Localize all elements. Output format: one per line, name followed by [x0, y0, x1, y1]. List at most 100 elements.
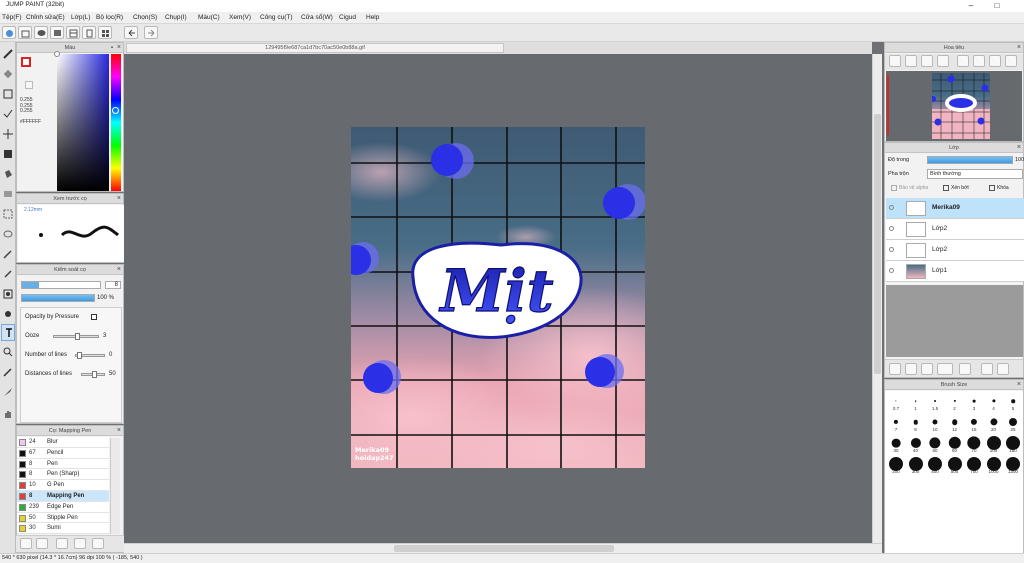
brush-item[interactable]: 50 Stipple Pen [17, 512, 109, 524]
brush-size-option[interactable]: 200 [886, 455, 906, 475]
clip-checkbox[interactable] [943, 185, 949, 191]
close-icon[interactable]: × [117, 194, 121, 204]
brush-menu-icon[interactable] [36, 538, 48, 549]
menu-edit[interactable]: Chỉnh sửa(E) [26, 14, 65, 21]
visibility-eye-icon[interactable] [889, 247, 894, 252]
gradient-tool-icon[interactable] [1, 186, 15, 203]
redo-icon[interactable] [144, 26, 158, 39]
brush-item[interactable]: 10 G Pen [17, 480, 109, 491]
save-brush-icon[interactable] [20, 538, 32, 549]
undo-icon[interactable] [124, 26, 138, 39]
close-icon[interactable]: × [117, 426, 121, 436]
brush-size-option[interactable]: 50 [925, 434, 945, 454]
brush-list-scrollbar[interactable] [110, 438, 120, 534]
eraser-tool-icon[interactable] [1, 66, 15, 83]
vertical-scroll-thumb[interactable] [874, 114, 881, 374]
hand-tool-icon[interactable] [1, 406, 15, 423]
new-icon[interactable] [2, 26, 16, 39]
brush-item[interactable]: 67 Pencil [17, 447, 109, 459]
swap-colors-icon[interactable] [25, 81, 33, 89]
menu-window[interactable]: Cửa sổ(W) [301, 14, 333, 21]
brush-size-option[interactable]: 30 [886, 434, 906, 454]
lasso-tool-icon[interactable] [1, 226, 15, 243]
menu-tools[interactable]: Công cụ(T) [260, 14, 293, 21]
brush-size-option[interactable]: 8 [906, 413, 926, 433]
brush-size-option[interactable]: 60 [945, 434, 965, 454]
check-tool-icon[interactable] [1, 106, 15, 123]
foreground-color-swatch[interactable] [21, 57, 31, 67]
protect-alpha-checkbox[interactable] [891, 185, 897, 191]
menu-file[interactable]: Tệp(F) [2, 14, 22, 21]
brush-item[interactable]: 8 Mapping Pen [17, 491, 109, 502]
brush-item[interactable]: 8 Pen [17, 458, 109, 470]
opacity-by-pressure-checkbox[interactable] [91, 314, 97, 320]
vertical-scrollbar[interactable] [872, 54, 882, 543]
new-layer-icon[interactable] [889, 363, 901, 375]
brush-size-option[interactable]: 4 [984, 392, 1004, 412]
flip-icon[interactable] [1005, 55, 1017, 67]
brush-size-option[interactable]: 7 [886, 413, 906, 433]
merge-layer-icon[interactable] [981, 363, 993, 375]
canvas-workspace[interactable]: Mịt Merika09 hoidap247 [124, 54, 872, 543]
layer-opacity-slider[interactable] [927, 156, 1013, 164]
menu-capture[interactable]: Chụp(I) [165, 14, 187, 21]
picker-tool-icon[interactable] [1, 266, 15, 283]
minimize-button[interactable]: – [962, 0, 980, 12]
visibility-eye-icon[interactable] [889, 226, 894, 231]
close-icon[interactable]: × [117, 265, 121, 275]
close-icon[interactable]: × [1017, 43, 1021, 53]
brush-size-option[interactable]: 15 [964, 413, 984, 433]
distance-slider-knob[interactable] [91, 371, 97, 378]
document-icon[interactable] [82, 26, 96, 39]
rect-select-icon[interactable] [1, 86, 15, 103]
zoom-out-icon[interactable] [905, 55, 917, 67]
knife-tool-icon[interactable] [1, 384, 15, 401]
color-picker-handle[interactable] [54, 51, 60, 57]
artwork-canvas[interactable]: Mịt Merika09 hoidap247 [351, 127, 645, 468]
distances-of-lines-slider[interactable] [81, 371, 105, 378]
eyedropper-icon[interactable] [1, 364, 15, 381]
menu-layer[interactable]: Lớp(L) [71, 14, 90, 21]
brush-size-option[interactable]: 3 [964, 392, 984, 412]
close-icon[interactable]: × [1017, 143, 1021, 153]
brush-size-option[interactable]: 2 [945, 392, 965, 412]
grid-icon[interactable] [98, 26, 112, 39]
blend-mode-select[interactable]: Bình thường [927, 169, 1023, 179]
brush-size-option[interactable]: 12 [945, 413, 965, 433]
layer-row[interactable]: Lớp2 [886, 240, 1024, 261]
number-of-lines-slider[interactable] [75, 352, 105, 359]
brush-size-option[interactable]: 150 [1003, 434, 1023, 454]
message-icon[interactable] [50, 26, 64, 39]
fill-rect-icon[interactable] [1, 146, 15, 163]
brush-size-value[interactable]: 8 [105, 281, 121, 289]
horizontal-scroll-thumb[interactable] [394, 545, 614, 552]
move-tool-icon[interactable] [1, 126, 15, 143]
brush-item[interactable]: 239 Edge Pen [17, 501, 109, 513]
brush-size-option[interactable]: 20 [984, 413, 1004, 433]
brush-size-option[interactable]: 1300 [1003, 455, 1023, 475]
duplicate-layer-icon[interactable] [921, 363, 933, 375]
zoom-tool-icon[interactable] [1, 344, 15, 361]
layer-row[interactable]: Lớp2 [886, 219, 1024, 240]
layer-row[interactable]: Merika09 [886, 198, 1024, 219]
menu-help[interactable]: Help [366, 14, 379, 21]
rotate-right-icon[interactable] [973, 55, 985, 67]
ooze-slider-knob[interactable] [74, 333, 80, 340]
menu-filter[interactable]: Bộ lọc(R) [96, 14, 123, 21]
close-icon[interactable]: × [1017, 380, 1021, 390]
brush-opacity-slider[interactable] [21, 294, 95, 302]
shape-tool-icon[interactable] [1, 206, 15, 223]
horizontal-scrollbar[interactable] [124, 543, 882, 553]
chat-icon[interactable] [34, 26, 48, 39]
open-icon[interactable] [18, 26, 32, 39]
brush-item[interactable]: 30 Sumi [17, 523, 109, 535]
folder-icon[interactable] [92, 538, 104, 549]
brush-size-option[interactable]: 5 [1003, 392, 1023, 412]
brush-item[interactable]: 8 Pen (Sharp) [17, 469, 109, 481]
layer-folder-icon[interactable] [959, 363, 971, 375]
brush-size-option[interactable]: 1000 [984, 455, 1004, 475]
layer-menu-icon[interactable] [937, 363, 953, 375]
brush-size-option[interactable]: 1.5 [925, 392, 945, 412]
brush-item[interactable]: 24 Blur [17, 437, 109, 448]
dropper-tool-icon[interactable] [1, 306, 15, 323]
